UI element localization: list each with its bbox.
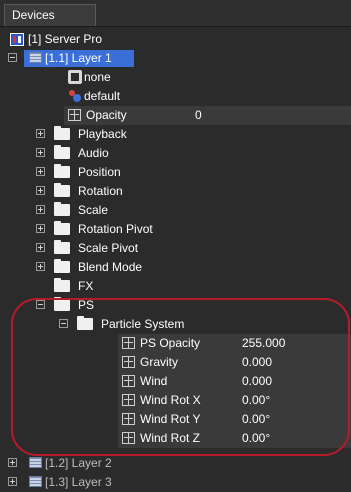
folder-icon — [54, 164, 70, 178]
tree-item-layer-2[interactable]: [1.2] Layer 2 — [0, 454, 351, 473]
tree-item-ps[interactable]: PS — [0, 296, 351, 315]
param-row-wind[interactable]: Wind 0.000 — [0, 372, 351, 391]
device-tree: [1] Server Pro [1.1] Layer 1 none defaul… — [0, 27, 351, 489]
tree-item-scale[interactable]: Scale — [0, 201, 351, 220]
param-value[interactable]: 0.00° — [242, 412, 270, 426]
param-value[interactable]: 0 — [195, 108, 202, 122]
parameter-icon — [122, 375, 135, 387]
tree-item-label: FX — [78, 279, 94, 293]
param-label: Wind Rot X — [140, 393, 201, 407]
param-value[interactable]: 0.00° — [242, 393, 270, 407]
tree-item-label: Blend Mode — [78, 260, 143, 274]
server-icon — [10, 33, 24, 46]
tree-item-blend-mode[interactable]: Blend Mode — [0, 258, 351, 277]
tree-item-label: default — [84, 89, 121, 103]
folder-icon — [54, 183, 70, 197]
parameter-icon — [68, 109, 81, 121]
tree-item-label: none — [84, 70, 111, 84]
folder-icon — [77, 316, 93, 330]
param-row-ps-opacity[interactable]: PS Opacity 255.000 — [0, 334, 351, 353]
param-row-wind-rot-z[interactable]: Wind Rot Z 0.00° — [0, 429, 351, 448]
param-row-gravity[interactable]: Gravity 0.000 — [0, 353, 351, 372]
tree-item-label: Scale Pivot — [78, 241, 139, 255]
expand-icon[interactable] — [8, 458, 17, 467]
preset-icon — [68, 89, 82, 103]
layer-icon — [29, 52, 42, 63]
expand-icon[interactable] — [36, 129, 45, 138]
devices-tab-label: Devices — [12, 8, 55, 22]
tree-item-layer-1[interactable]: [1.1] Layer 1 — [0, 49, 351, 68]
param-row-opacity[interactable]: Opacity 0 — [0, 106, 351, 125]
collapse-icon[interactable] — [59, 319, 68, 328]
parameter-icon — [122, 413, 135, 425]
expand-icon[interactable] — [36, 262, 45, 271]
devices-panel: Devices [1] Server Pro [1.1] Layer 1 non… — [0, 0, 351, 489]
collapse-icon[interactable] — [8, 53, 17, 62]
tree-item-label: [1] Server Pro — [28, 32, 103, 46]
tree-item-label: Scale — [78, 203, 109, 217]
tree-item-server[interactable]: [1] Server Pro — [0, 30, 351, 49]
parameter-icon — [122, 337, 135, 349]
parameter-icon — [122, 394, 135, 406]
layer-icon — [29, 457, 42, 468]
expand-icon[interactable] — [8, 477, 17, 486]
folder-icon — [54, 202, 70, 216]
folder-icon — [54, 259, 70, 273]
parameter-icon — [122, 432, 135, 444]
tree-item-label: Playback — [78, 127, 127, 141]
param-row-wind-rot-x[interactable]: Wind Rot X 0.00° — [0, 391, 351, 410]
tree-item-label: [1.2] Layer 2 — [45, 456, 112, 470]
folder-icon — [54, 297, 70, 311]
tree-item-fx[interactable]: FX — [0, 277, 351, 296]
folder-icon — [54, 126, 70, 140]
param-label: Gravity — [140, 355, 179, 369]
tree-item-label: PS — [78, 298, 95, 312]
expand-icon[interactable] — [36, 224, 45, 233]
tree-item-scale-pivot[interactable]: Scale Pivot — [0, 239, 351, 258]
tree-item-preset[interactable]: default — [0, 87, 351, 106]
panel-tab-strip: Devices — [0, 0, 351, 27]
param-value[interactable]: 0.000 — [242, 374, 272, 388]
collapse-icon[interactable] — [36, 300, 45, 309]
tree-item-label: [1.3] Layer 3 — [45, 475, 112, 489]
tree-item-media[interactable]: none — [0, 68, 351, 87]
tree-item-rotation-pivot[interactable]: Rotation Pivot — [0, 220, 351, 239]
tree-item-playback[interactable]: Playback — [0, 125, 351, 144]
tree-item-position[interactable]: Position — [0, 163, 351, 182]
expand-icon[interactable] — [36, 148, 45, 157]
expand-icon[interactable] — [36, 243, 45, 252]
tree-item-label: Rotation — [78, 184, 123, 198]
tree-item-audio[interactable]: Audio — [0, 144, 351, 163]
tree-item-rotation[interactable]: Rotation — [0, 182, 351, 201]
param-value[interactable]: 0.000 — [242, 355, 272, 369]
tree-item-label: Rotation Pivot — [78, 222, 153, 236]
expand-icon[interactable] — [36, 167, 45, 176]
layer-icon — [29, 476, 42, 487]
param-row-wind-rot-y[interactable]: Wind Rot Y 0.00° — [0, 410, 351, 429]
tree-item-label: Audio — [78, 146, 109, 160]
tree-item-label: Position — [78, 165, 121, 179]
expand-icon[interactable] — [36, 205, 45, 214]
parameter-icon — [122, 356, 135, 368]
param-label: Wind Rot Z — [140, 431, 201, 445]
tree-item-layer-3[interactable]: [1.3] Layer 3 — [0, 473, 351, 492]
param-value[interactable]: 255.000 — [242, 336, 285, 350]
folder-icon — [54, 240, 70, 254]
devices-tab[interactable]: Devices — [4, 4, 96, 26]
tree-item-particle-system[interactable]: Particle System — [0, 315, 351, 334]
tree-item-label: Particle System — [101, 317, 185, 331]
param-value[interactable]: 0.00° — [242, 431, 270, 445]
folder-icon — [54, 221, 70, 235]
param-label: Wind — [140, 374, 168, 388]
param-label: Opacity — [86, 108, 127, 122]
param-label: Wind Rot Y — [140, 412, 201, 426]
param-label: PS Opacity — [140, 336, 201, 350]
tree-item-label: [1.1] Layer 1 — [45, 51, 112, 65]
media-icon — [68, 70, 82, 84]
folder-icon — [54, 278, 70, 292]
expand-icon[interactable] — [36, 186, 45, 195]
folder-icon — [54, 145, 70, 159]
